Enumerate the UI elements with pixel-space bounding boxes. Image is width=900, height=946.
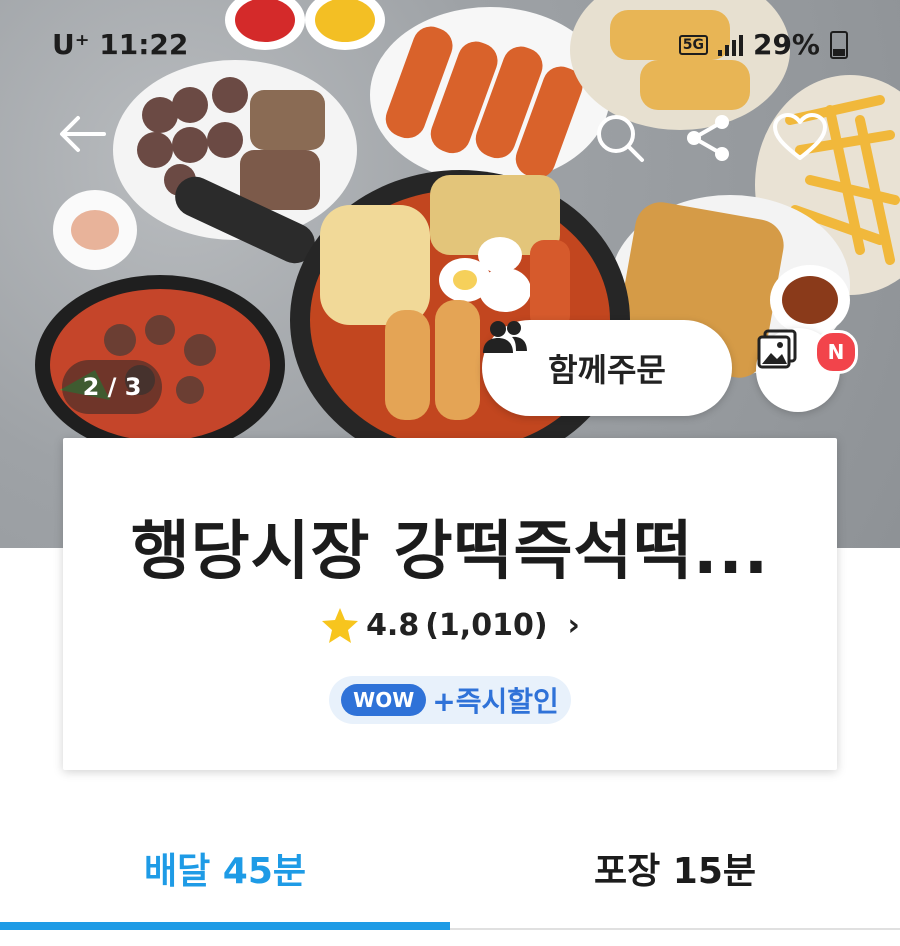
battery-icon [830, 30, 848, 59]
rating-value: 4.8 [366, 607, 420, 643]
share-button[interactable] [682, 112, 746, 176]
rating-link[interactable]: 4.8 (1,010) › [63, 606, 837, 644]
review-count: (1,010) [425, 607, 548, 643]
favorite-button[interactable] [772, 112, 836, 176]
heart-icon [773, 113, 827, 160]
search-button[interactable] [594, 112, 658, 176]
status-indicators: 5G 29% [678, 28, 848, 61]
store-name: 행당시장 강떡즉석떡... [130, 515, 770, 589]
chevron-right-icon: › [567, 607, 580, 643]
tab-pickup[interactable]: 포장 15분 [450, 808, 900, 928]
store-info-card: 행당시장 강떡즉석떡... 4.8 (1,010) › WOW +즉시할인 [63, 438, 837, 770]
status-bar: U⁺ 11:22 5G 29% [0, 22, 900, 66]
signal-icon [717, 34, 743, 56]
share-icon [687, 115, 729, 161]
star-icon [322, 608, 359, 643]
back-button[interactable] [58, 114, 122, 178]
new-badge: N [814, 330, 858, 374]
active-tab-indicator [0, 922, 450, 930]
tab-delivery[interactable]: 배달 45분 [0, 808, 450, 928]
people-icon [483, 321, 527, 353]
group-order-label: 함께주문 [548, 351, 666, 389]
group-order-button[interactable]: 함께주문 [482, 320, 732, 416]
battery-percent: 29% [752, 28, 820, 61]
instant-discount-label: +즉시할인 [432, 685, 559, 718]
back-arrow-icon [60, 116, 106, 152]
wow-badge: WOW [341, 684, 427, 716]
wow-promo-badge: WOW +즉시할인 [329, 676, 571, 724]
order-type-tabs: 배달 45분 포장 15분 [0, 808, 900, 946]
image-counter: 2 / 3 [62, 360, 162, 414]
search-icon [597, 115, 644, 162]
status-time: U⁺ 11:22 [52, 28, 189, 61]
photo-gallery-icon [757, 329, 797, 369]
network-5g-icon: 5G [678, 34, 708, 55]
